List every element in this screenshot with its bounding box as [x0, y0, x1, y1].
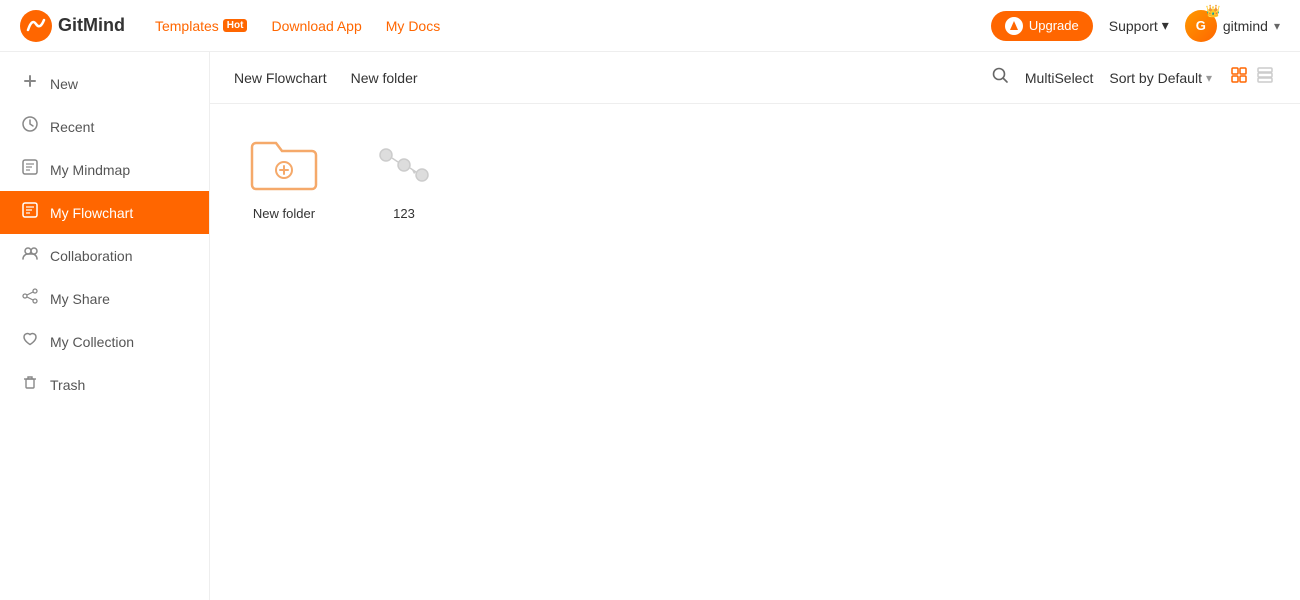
- chevron-down-icon: ▾: [1162, 17, 1169, 34]
- share-icon: [20, 287, 40, 310]
- file-item-123[interactable]: 123: [354, 128, 454, 221]
- main-content: New Flowchart New folder MultiSelect Sor…: [210, 52, 1300, 600]
- mindmap-icon: [20, 158, 40, 181]
- user-menu[interactable]: G 👑 gitmind ▾: [1185, 10, 1280, 42]
- view-toggle: [1228, 64, 1276, 91]
- file-name-123: 123: [393, 206, 415, 221]
- app-header: GitMind Templates Hot Download App My Do…: [0, 0, 1300, 52]
- file-area: New folder: [210, 104, 1300, 600]
- flowchart-icon-wrap: [364, 128, 444, 198]
- sidebar-item-new[interactable]: New: [0, 62, 209, 105]
- logo-text: GitMind: [58, 15, 125, 36]
- new-flowchart-button[interactable]: New Flowchart: [234, 66, 327, 90]
- sidebar-item-my-collection[interactable]: My Collection: [0, 320, 209, 363]
- file-name-new-folder: New folder: [253, 206, 315, 221]
- folder-icon-wrap: [244, 128, 324, 198]
- heart-icon: [20, 330, 40, 353]
- list-view-button[interactable]: [1254, 64, 1276, 91]
- logo[interactable]: GitMind: [20, 10, 125, 42]
- collaboration-icon: [20, 244, 40, 267]
- sidebar-item-recent[interactable]: Recent: [0, 105, 209, 148]
- sort-chevron-icon: ▾: [1206, 71, 1212, 85]
- nav-download-app[interactable]: Download App: [271, 18, 361, 34]
- crown-icon: 👑: [1206, 4, 1221, 18]
- sidebar-item-my-share[interactable]: My Share: [0, 277, 209, 320]
- file-item-new-folder[interactable]: New folder: [234, 128, 334, 221]
- support-button[interactable]: Support ▾: [1109, 17, 1169, 34]
- flowchart-icon: [20, 201, 40, 224]
- toolbar-right: MultiSelect Sort by Default ▾: [991, 64, 1276, 91]
- sidebar-item-my-mindmap[interactable]: My Mindmap: [0, 148, 209, 191]
- sidebar-item-collaboration[interactable]: Collaboration: [0, 234, 209, 277]
- hot-badge: Hot: [223, 19, 248, 32]
- trash-icon: [20, 373, 40, 396]
- main-nav: Templates Hot Download App My Docs: [155, 18, 440, 34]
- sidebar-item-trash[interactable]: Trash: [0, 363, 209, 406]
- sidebar: New Recent My Mindmap My Flowchart Colla…: [0, 52, 210, 600]
- clock-icon: [20, 115, 40, 138]
- app-body: New Recent My Mindmap My Flowchart Colla…: [0, 0, 1300, 600]
- upgrade-icon: [1005, 17, 1023, 35]
- grid-view-button[interactable]: [1228, 64, 1250, 91]
- multiselect-button[interactable]: MultiSelect: [1025, 70, 1093, 86]
- avatar: G 👑: [1185, 10, 1217, 42]
- user-name: gitmind: [1223, 18, 1268, 34]
- content-toolbar: New Flowchart New folder MultiSelect Sor…: [210, 52, 1300, 104]
- new-folder-button[interactable]: New folder: [351, 66, 418, 90]
- nav-templates[interactable]: Templates Hot: [155, 18, 247, 34]
- header-right: Upgrade Support ▾ G 👑 gitmind ▾: [991, 10, 1280, 42]
- sort-button[interactable]: Sort by Default ▾: [1109, 70, 1212, 86]
- search-button[interactable]: [991, 66, 1009, 89]
- user-chevron-icon: ▾: [1274, 19, 1280, 33]
- plus-icon: [20, 72, 40, 95]
- nav-my-docs[interactable]: My Docs: [386, 18, 440, 34]
- sidebar-item-my-flowchart[interactable]: My Flowchart: [0, 191, 209, 234]
- upgrade-button[interactable]: Upgrade: [991, 11, 1093, 41]
